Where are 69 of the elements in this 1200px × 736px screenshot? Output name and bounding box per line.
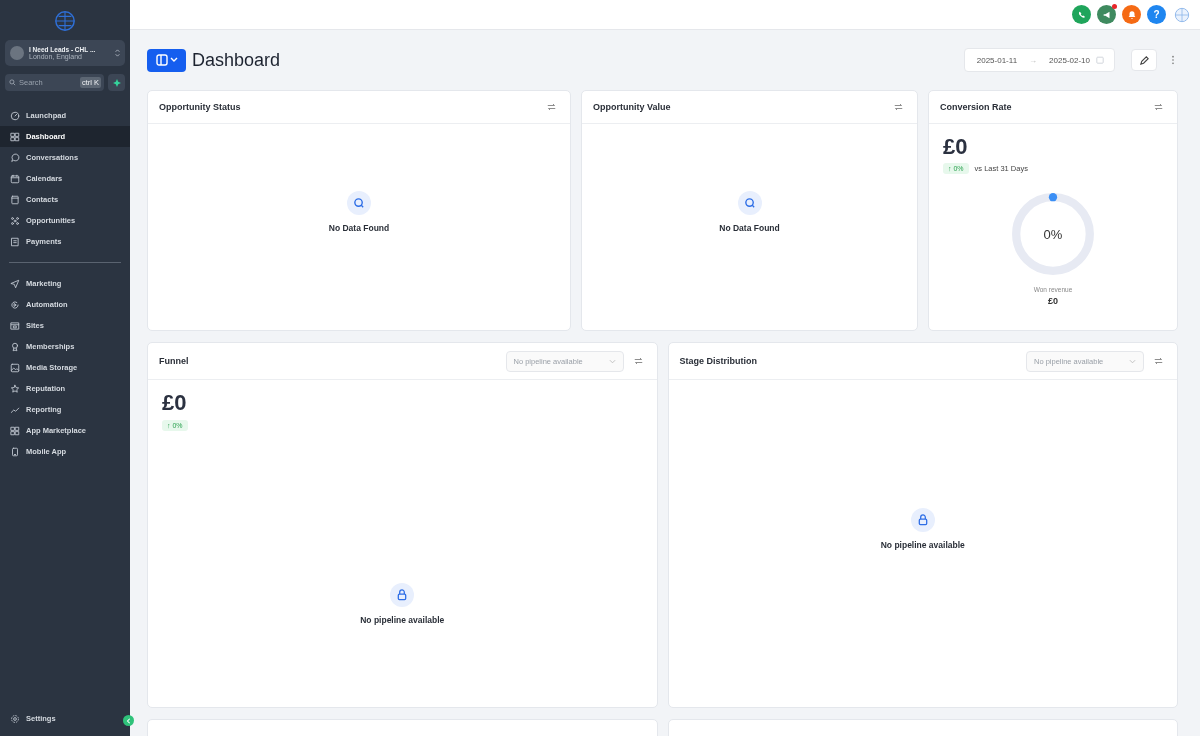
search-icon xyxy=(347,191,371,215)
funnel-value: £0 xyxy=(162,390,187,416)
lock-icon xyxy=(390,583,415,607)
lock-icon xyxy=(910,507,935,532)
empty-message: No pipeline available xyxy=(360,615,445,625)
sparkle-icon xyxy=(112,78,121,87)
pencil-icon xyxy=(1138,54,1150,66)
bell-button[interactable] xyxy=(1122,5,1141,24)
gauge-icon xyxy=(10,110,20,121)
calendar-icon xyxy=(10,173,20,184)
bell-icon xyxy=(1126,9,1137,20)
megaphone-icon xyxy=(1101,9,1112,20)
help-button[interactable]: ? xyxy=(1147,5,1166,24)
chevron-down-icon xyxy=(608,358,616,364)
empty-message: No Data Found xyxy=(719,223,780,233)
gauge-percentage: 0% xyxy=(1043,227,1063,241)
swap-icon[interactable] xyxy=(547,103,556,111)
gear-icon xyxy=(10,713,20,724)
receipt-icon xyxy=(10,236,20,247)
swap-icon[interactable] xyxy=(633,357,643,365)
chevron-down-icon xyxy=(1129,358,1136,364)
browser-window-icon xyxy=(10,320,20,331)
range-arrow: → xyxy=(1029,55,1038,65)
conversion-value: £0 xyxy=(943,134,968,160)
contact-card-icon xyxy=(10,194,20,205)
paper-plane-icon xyxy=(10,278,20,289)
phone-icon xyxy=(1076,9,1087,20)
page-title: Dashboard xyxy=(192,49,281,71)
globe-logo xyxy=(54,10,76,32)
chevron-left-icon xyxy=(125,717,132,724)
more-options-icon[interactable] xyxy=(1171,55,1175,65)
swap-icon[interactable] xyxy=(894,103,903,111)
swap-icon[interactable] xyxy=(1154,357,1163,365)
widget-title: Funnel xyxy=(159,356,189,366)
nodes-icon xyxy=(10,215,20,226)
collapse-button[interactable] xyxy=(123,715,134,726)
search-icon xyxy=(9,79,16,86)
layout-dropdown-button[interactable] xyxy=(147,48,186,72)
ribbon-icon xyxy=(10,341,20,352)
search-icon xyxy=(737,191,762,215)
image-icon xyxy=(10,362,20,373)
widget-title: Stage Distribution xyxy=(679,356,757,366)
end-date: 2025-02-10 xyxy=(1049,55,1090,65)
trend-icon xyxy=(10,404,20,415)
start-date: 2025-01-11 xyxy=(976,55,1018,65)
megaphone-button[interactable] xyxy=(1097,5,1116,24)
progress-dot xyxy=(1048,193,1058,202)
calendar-icon xyxy=(1096,56,1104,64)
grid-icon xyxy=(10,425,20,436)
won-revenue-value: £0 xyxy=(1048,296,1058,306)
grid-icon xyxy=(10,131,20,142)
account-avatar xyxy=(10,46,24,60)
phone-button[interactable] xyxy=(1072,5,1091,24)
empty-message: No pipeline available xyxy=(880,539,965,550)
chevron-updown-icon xyxy=(115,49,120,57)
globe-avatar-icon[interactable] xyxy=(1174,6,1190,23)
layout-chevron-icon xyxy=(155,54,178,66)
circle-arrow-icon xyxy=(10,299,20,310)
widget-title: Opportunity Status xyxy=(159,102,241,112)
star-icon xyxy=(10,383,20,394)
quick-action-button[interactable] xyxy=(108,74,125,91)
empty-message: No Data Found xyxy=(328,223,390,233)
widget-title: Conversion Rate xyxy=(940,102,1012,112)
phone-icon xyxy=(10,446,20,457)
widget-title: Opportunity Value xyxy=(593,102,671,112)
chat-bubble-icon xyxy=(10,152,20,163)
edit-button[interactable] xyxy=(1131,49,1157,71)
date-range-picker[interactable]: 2025-01-11 → 2025-02-10 xyxy=(963,48,1115,72)
swap-icon[interactable] xyxy=(1154,103,1163,111)
